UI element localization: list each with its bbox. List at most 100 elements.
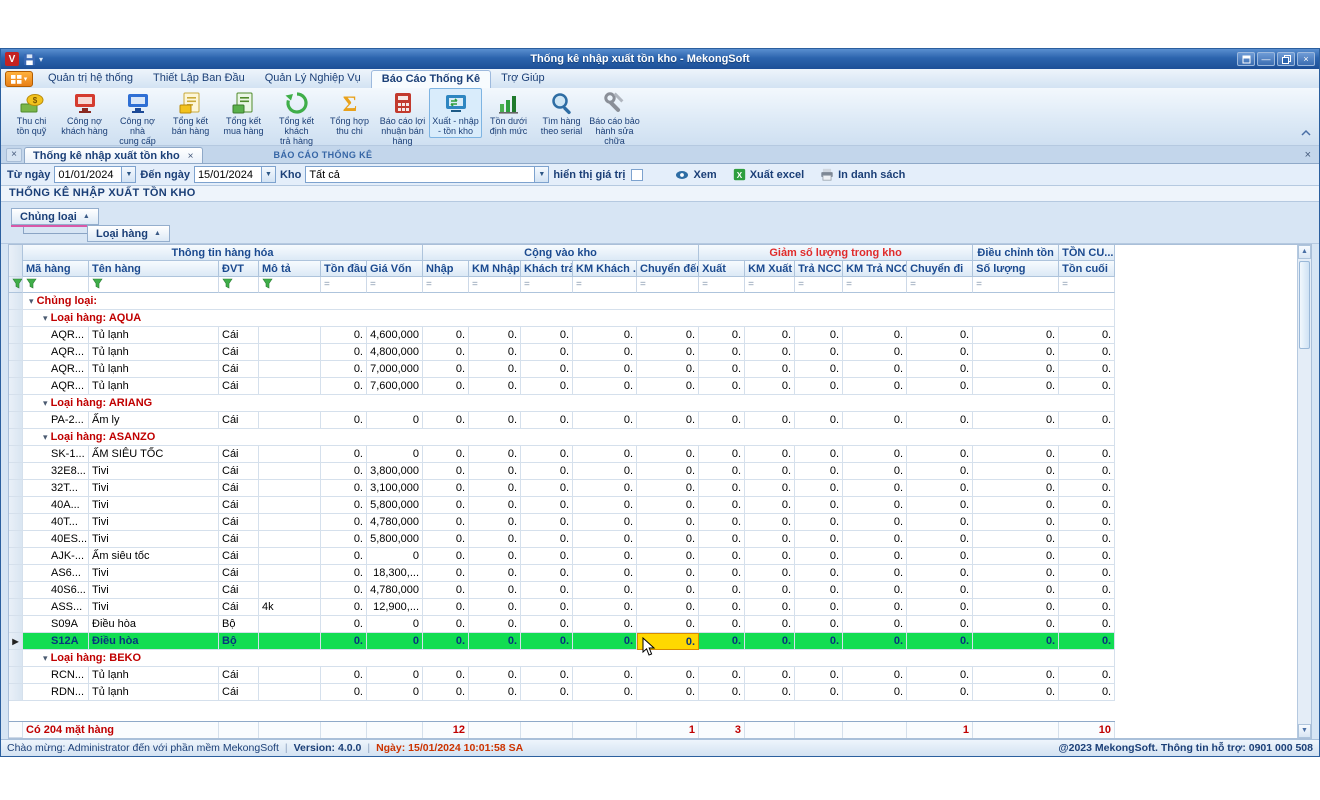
table-cell[interactable]: 0. bbox=[469, 497, 521, 514]
table-cell[interactable]: 12,900,... bbox=[367, 599, 423, 616]
inventory-button[interactable]: Xuất - nhập - tồn kho bbox=[429, 88, 482, 138]
table-cell[interactable]: Cái bbox=[219, 497, 259, 514]
table-cell[interactable]: 0. bbox=[745, 344, 795, 361]
warranty-button[interactable]: Báo cáo bảo hành sửa chữa bbox=[588, 88, 641, 148]
table-cell[interactable]: 0. bbox=[521, 480, 573, 497]
table-cell[interactable]: 0. bbox=[469, 344, 521, 361]
table-cell[interactable]: 0. bbox=[843, 531, 907, 548]
table-cell[interactable]: 0. bbox=[573, 633, 637, 650]
table-cell[interactable]: 0 bbox=[367, 633, 423, 650]
table-cell[interactable]: 5,800,000 bbox=[367, 531, 423, 548]
table-cell[interactable]: 0. bbox=[521, 548, 573, 565]
column-header[interactable]: KM Xuất bbox=[745, 261, 795, 277]
table-cell[interactable]: S12A bbox=[23, 633, 89, 650]
table-cell[interactable]: 0. bbox=[795, 497, 843, 514]
table-row[interactable]: AJK-...Ấm siêu tốcCái0.00.0.0.0.0.0.0.0.… bbox=[9, 548, 1115, 565]
purchase-summary-button[interactable]: Tổng kết mua hàng bbox=[217, 88, 270, 138]
table-cell[interactable]: Cái bbox=[219, 378, 259, 395]
table-cell[interactable]: Ấm siêu tốc bbox=[89, 548, 219, 565]
table-cell[interactable]: 0. bbox=[321, 565, 367, 582]
filter-cell[interactable] bbox=[259, 277, 321, 293]
column-header[interactable]: Khách trả bbox=[521, 261, 573, 277]
table-cell[interactable]: 0. bbox=[423, 582, 469, 599]
table-cell[interactable] bbox=[259, 684, 321, 701]
table-cell[interactable]: 0. bbox=[1059, 344, 1115, 361]
column-header[interactable]: ĐVT bbox=[219, 261, 259, 277]
table-cell[interactable]: 0. bbox=[973, 344, 1059, 361]
table-cell[interactable]: 0. bbox=[843, 463, 907, 480]
table-cell[interactable]: 0. bbox=[521, 582, 573, 599]
table-cell[interactable]: 0. bbox=[745, 531, 795, 548]
column-header[interactable]: Chuyển đến bbox=[637, 261, 699, 277]
table-cell[interactable]: 0. bbox=[469, 480, 521, 497]
minimize-button[interactable]: — bbox=[1257, 52, 1275, 66]
table-cell[interactable]: 0. bbox=[469, 616, 521, 633]
table-cell[interactable]: 0. bbox=[423, 599, 469, 616]
table-cell[interactable]: 0. bbox=[907, 327, 973, 344]
column-header[interactable]: Tên hàng bbox=[89, 261, 219, 277]
table-cell[interactable]: 0. bbox=[423, 565, 469, 582]
table-row[interactable]: AQR...Tủ lạnhCái0.4,600,0000.0.0.0.0.0.0… bbox=[9, 327, 1115, 344]
profit-report-button[interactable]: Báo cáo lợi nhuận bán hàng bbox=[376, 88, 429, 148]
table-cell[interactable]: 0. bbox=[699, 565, 745, 582]
table-cell[interactable]: 0. bbox=[521, 463, 573, 480]
table-cell[interactable]: 0. bbox=[843, 497, 907, 514]
table-cell[interactable]: 0. bbox=[521, 531, 573, 548]
table-cell[interactable]: 0. bbox=[637, 344, 699, 361]
table-cell[interactable]: 0. bbox=[573, 582, 637, 599]
table-cell[interactable]: 0. bbox=[745, 412, 795, 429]
table-cell[interactable]: AJK-... bbox=[23, 548, 89, 565]
table-cell[interactable]: 0. bbox=[795, 548, 843, 565]
table-cell[interactable]: 0. bbox=[573, 361, 637, 378]
table-cell[interactable]: 0. bbox=[423, 344, 469, 361]
table-cell[interactable] bbox=[259, 378, 321, 395]
table-cell[interactable]: 4k bbox=[259, 599, 321, 616]
table-cell[interactable]: 0. bbox=[637, 497, 699, 514]
table-cell[interactable] bbox=[259, 327, 321, 344]
table-cell[interactable]: 0. bbox=[423, 548, 469, 565]
table-cell[interactable]: 0. bbox=[521, 599, 573, 616]
table-row[interactable]: RCN...Tủ lạnhCái0.00.0.0.0.0.0.0.0.0.0.0… bbox=[9, 667, 1115, 684]
filter-cell[interactable]: = bbox=[699, 277, 745, 293]
table-cell[interactable]: SK-1... bbox=[23, 446, 89, 463]
column-header[interactable]: KM Trả NCC bbox=[843, 261, 907, 277]
table-cell[interactable]: 0. bbox=[973, 565, 1059, 582]
table-cell[interactable] bbox=[259, 344, 321, 361]
table-cell[interactable]: 0. bbox=[699, 582, 745, 599]
filter-cell[interactable]: = bbox=[795, 277, 843, 293]
table-cell[interactable]: 0. bbox=[1059, 582, 1115, 599]
table-cell[interactable]: S09A bbox=[23, 616, 89, 633]
table-cell[interactable]: 0. bbox=[907, 599, 973, 616]
table-cell[interactable]: 0. bbox=[745, 633, 795, 650]
table-cell[interactable]: Bộ bbox=[219, 616, 259, 633]
table-cell[interactable]: 0. bbox=[973, 327, 1059, 344]
table-cell[interactable]: Cái bbox=[219, 446, 259, 463]
group-field-chung-loai[interactable]: Chủng loại ▲ bbox=[11, 208, 99, 225]
table-cell[interactable]: Điều hòa bbox=[89, 633, 219, 650]
table-cell[interactable]: Cái bbox=[219, 667, 259, 684]
table-cell[interactable]: 0. bbox=[469, 548, 521, 565]
table-cell[interactable]: 0. bbox=[637, 599, 699, 616]
table-cell[interactable]: 0. bbox=[423, 667, 469, 684]
band-header[interactable]: Điều chỉnh tồn bbox=[973, 245, 1059, 261]
table-cell[interactable]: 0. bbox=[699, 327, 745, 344]
collapse-icon[interactable]: ▾ bbox=[43, 653, 48, 663]
table-row[interactable]: PA-2...Ấm lyCái0.00.0.0.0.0.0.0.0.0.0.0.… bbox=[9, 412, 1115, 429]
table-cell[interactable] bbox=[259, 616, 321, 633]
table-cell[interactable]: AQR... bbox=[23, 327, 89, 344]
table-cell[interactable]: 0. bbox=[699, 378, 745, 395]
low-stock-button[interactable]: Tồn dưới định mức bbox=[482, 88, 535, 138]
table-cell[interactable]: 0. bbox=[973, 412, 1059, 429]
table-cell[interactable]: 0. bbox=[469, 327, 521, 344]
table-cell[interactable]: 0. bbox=[907, 344, 973, 361]
scrollbar-thumb[interactable] bbox=[1299, 261, 1310, 349]
table-cell[interactable]: 0. bbox=[423, 497, 469, 514]
table-cell[interactable]: 0. bbox=[907, 514, 973, 531]
table-row[interactable]: 40A...TiviCái0.5,800,0000.0.0.0.0.0.0.0.… bbox=[9, 497, 1115, 514]
table-cell[interactable]: 0. bbox=[795, 344, 843, 361]
table-cell[interactable]: 0. bbox=[573, 378, 637, 395]
table-cell[interactable]: Cái bbox=[219, 684, 259, 701]
collapse-icon[interactable]: ▾ bbox=[43, 398, 48, 408]
table-row[interactable]: ▶S12AĐiều hòaBộ0.00.0.0.0.0.0.0.0.0.0.0.… bbox=[9, 633, 1115, 650]
column-header[interactable]: Xuất bbox=[699, 261, 745, 277]
